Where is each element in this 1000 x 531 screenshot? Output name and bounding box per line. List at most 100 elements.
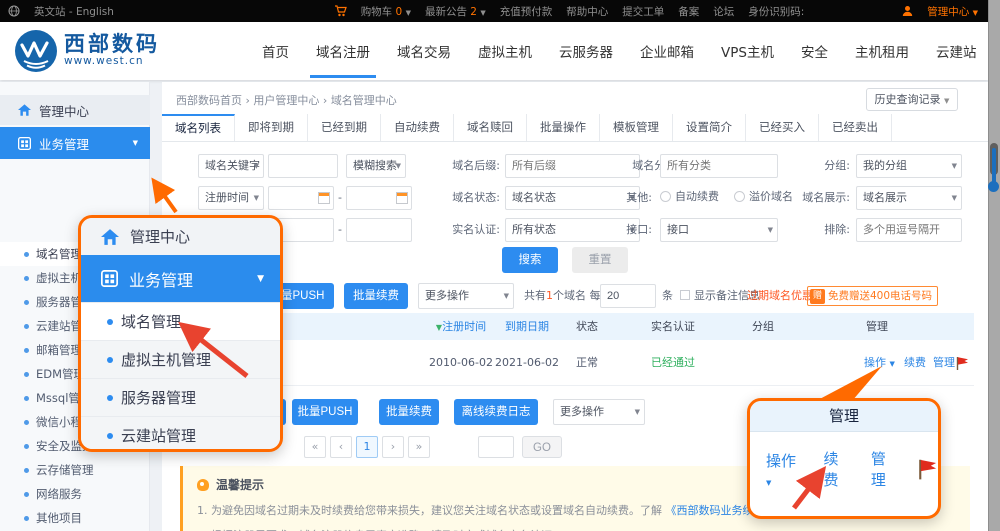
- calendar-icon[interactable]: [396, 192, 408, 204]
- flag-icon: [918, 458, 938, 481]
- sidebar-item-network-service[interactable]: 网络服务: [0, 482, 150, 506]
- topbar-link-ticket[interactable]: 提交工单: [622, 4, 664, 19]
- caret-down-icon: ▼: [480, 9, 485, 17]
- auto-renew-option[interactable]: 自动续费: [660, 185, 719, 209]
- keyword-input[interactable]: [268, 154, 338, 178]
- category-input[interactable]: [660, 154, 778, 178]
- popup-action-manage[interactable]: 管理: [871, 448, 900, 490]
- nav-home[interactable]: 首页: [262, 41, 289, 61]
- popup-item-dashboard[interactable]: 管理中心: [81, 218, 280, 255]
- per-page-input[interactable]: [600, 284, 656, 308]
- port-select[interactable]: 接口▼: [660, 218, 778, 242]
- sidebar-item-other[interactable]: 其他项目: [0, 506, 150, 530]
- offline-renew-log-button[interactable]: 离线续费日志: [454, 399, 538, 425]
- cart-link[interactable]: 购物车 0 ▼: [361, 4, 411, 19]
- tab-profile[interactable]: 设置简介: [673, 114, 746, 141]
- col-register-time[interactable]: ▼注册时间: [436, 313, 486, 341]
- page-last-button[interactable]: »: [408, 436, 430, 458]
- topbar-link-forum[interactable]: 论坛: [713, 4, 734, 19]
- tab-batch-ops[interactable]: 批量操作: [527, 114, 600, 141]
- register-date-from[interactable]: [268, 186, 334, 210]
- popup-item-domain-manage[interactable]: 域名管理: [81, 302, 280, 340]
- nav-vps[interactable]: VPS主机: [721, 41, 774, 61]
- tab-sold[interactable]: 已经卖出: [819, 114, 892, 141]
- nav-virtual-host[interactable]: 虚拟主机: [478, 41, 532, 61]
- breadcrumb-user-center[interactable]: 用户管理中心: [253, 94, 319, 107]
- search-button[interactable]: 搜索: [502, 247, 558, 273]
- radio-icon[interactable]: [660, 191, 671, 202]
- tab-auto-renew[interactable]: 自动续费: [381, 114, 454, 141]
- col-expire-date[interactable]: 到期日期: [505, 313, 549, 340]
- history-query-button[interactable]: 历史查询记录 ▼: [866, 88, 958, 111]
- radio-icon[interactable]: [734, 191, 745, 202]
- nav-domain-register[interactable]: 域名注册: [316, 41, 370, 61]
- nav-enterprise-mail[interactable]: 企业邮箱: [640, 41, 694, 61]
- port-label: 接口:: [610, 218, 652, 242]
- tab-redeem[interactable]: 域名赎回: [454, 114, 527, 141]
- caret-down-icon: ▼: [768, 219, 773, 241]
- sidebar-item-business[interactable]: 业务管理 ▼: [0, 127, 150, 159]
- popup-item-sitebuilder-manage[interactable]: 云建站管理: [81, 416, 280, 452]
- batch-renew-button[interactable]: 批量续费: [344, 283, 408, 309]
- nav-site-builder[interactable]: 云建站: [936, 41, 977, 61]
- nav-security[interactable]: 安全: [801, 41, 828, 61]
- notice-link[interactable]: 最新公告 2 ▼: [425, 4, 486, 19]
- exclude-input[interactable]: [856, 218, 962, 242]
- popup-action-operate[interactable]: 操作 ▼: [766, 450, 805, 489]
- tab-template[interactable]: 模板管理: [600, 114, 673, 141]
- breadcrumb-home[interactable]: 西部数码首页: [176, 94, 242, 107]
- tab-expired[interactable]: 已经到期: [308, 114, 381, 141]
- keyword-type-select[interactable]: 域名关键字▼: [198, 154, 264, 178]
- reset-button[interactable]: 重置: [572, 247, 628, 273]
- row-action-renew[interactable]: 续费: [904, 340, 926, 386]
- bullet-icon: [24, 276, 29, 281]
- sidebar-item-cloud-storage[interactable]: 云存储管理: [0, 458, 150, 482]
- topbar-link-beian[interactable]: 备案: [678, 4, 699, 19]
- account-menu[interactable]: 管理中心 ▼: [927, 4, 978, 19]
- expire-date-to[interactable]: [346, 218, 412, 242]
- sidebar-item-dashboard[interactable]: 管理中心: [0, 95, 150, 125]
- table-header: 域名 ▼注册时间 到期日期 状态 实名认证 分组 管理: [176, 313, 974, 340]
- nav-host-rental[interactable]: 主机租用: [855, 41, 909, 61]
- breadcrumb: 西部数码首页 › 用户管理中心 › 域名管理中心: [176, 92, 397, 108]
- page-jump-input[interactable]: [478, 436, 514, 458]
- page-next-button[interactable]: ›: [382, 436, 404, 458]
- row-action-manage[interactable]: 管理: [933, 340, 955, 386]
- calendar-icon[interactable]: [318, 192, 330, 204]
- more-actions-select[interactable]: 更多操作▼: [418, 283, 514, 309]
- more-actions-select-bottom[interactable]: 更多操作▼: [553, 399, 645, 425]
- lang-switch-link[interactable]: 英文站 - English: [34, 4, 114, 19]
- page-go-button[interactable]: GO: [522, 436, 562, 458]
- expired-promo-link[interactable]: 过期域名优惠: [747, 283, 813, 309]
- topbar-link-recharge[interactable]: 充值预付款: [500, 4, 553, 19]
- nav-domain-trade[interactable]: 域名交易: [397, 41, 451, 61]
- flag-icon[interactable]: [956, 356, 969, 371]
- popup-item-vhost-manage[interactable]: 虚拟主机管理: [81, 340, 280, 378]
- page-number-current[interactable]: 1: [356, 436, 378, 458]
- batch-renew-button-bottom[interactable]: 批量续费: [379, 399, 439, 425]
- tab-bought[interactable]: 已经买入: [746, 114, 819, 141]
- popup-item-server-manage[interactable]: 服务器管理: [81, 378, 280, 416]
- page-first-button[interactable]: «: [304, 436, 326, 458]
- page-prev-button[interactable]: ‹: [330, 436, 352, 458]
- topbar-link-help[interactable]: 帮助中心: [566, 4, 608, 19]
- display-select[interactable]: 域名展示▼: [856, 186, 962, 210]
- gift-400-banner[interactable]: 赠免费赠送400电话号码: [807, 286, 938, 306]
- fuzzy-search-select[interactable]: 模糊搜索▼: [346, 154, 406, 178]
- nav-cloud-server[interactable]: 云服务器: [559, 41, 613, 61]
- register-date-to[interactable]: [346, 186, 412, 210]
- logo[interactable]: [14, 29, 58, 76]
- scrollbar-track[interactable]: [988, 0, 1000, 531]
- tab-expiring[interactable]: 即将到期: [235, 114, 308, 141]
- premium-option[interactable]: 溢价域名: [734, 185, 793, 209]
- sidebar-zoom-popup: 管理中心 业务管理 ▼ 域名管理 虚拟主机管理 服务器管理 云建站管理: [78, 215, 283, 452]
- register-time-select[interactable]: 注册时间▼: [198, 186, 264, 210]
- batch-push-button-bottom[interactable]: 批量PUSH: [292, 399, 358, 425]
- cell-status: 正常: [576, 340, 598, 386]
- group-select[interactable]: 我的分组▼: [856, 154, 962, 178]
- row-action-operate[interactable]: 操作 ▼: [864, 340, 895, 387]
- popup-item-business[interactable]: 业务管理 ▼: [81, 255, 280, 302]
- popup-action-renew[interactable]: 续费: [823, 448, 852, 490]
- tab-domain-list[interactable]: 域名列表: [162, 114, 235, 141]
- checkbox-icon[interactable]: [680, 290, 690, 300]
